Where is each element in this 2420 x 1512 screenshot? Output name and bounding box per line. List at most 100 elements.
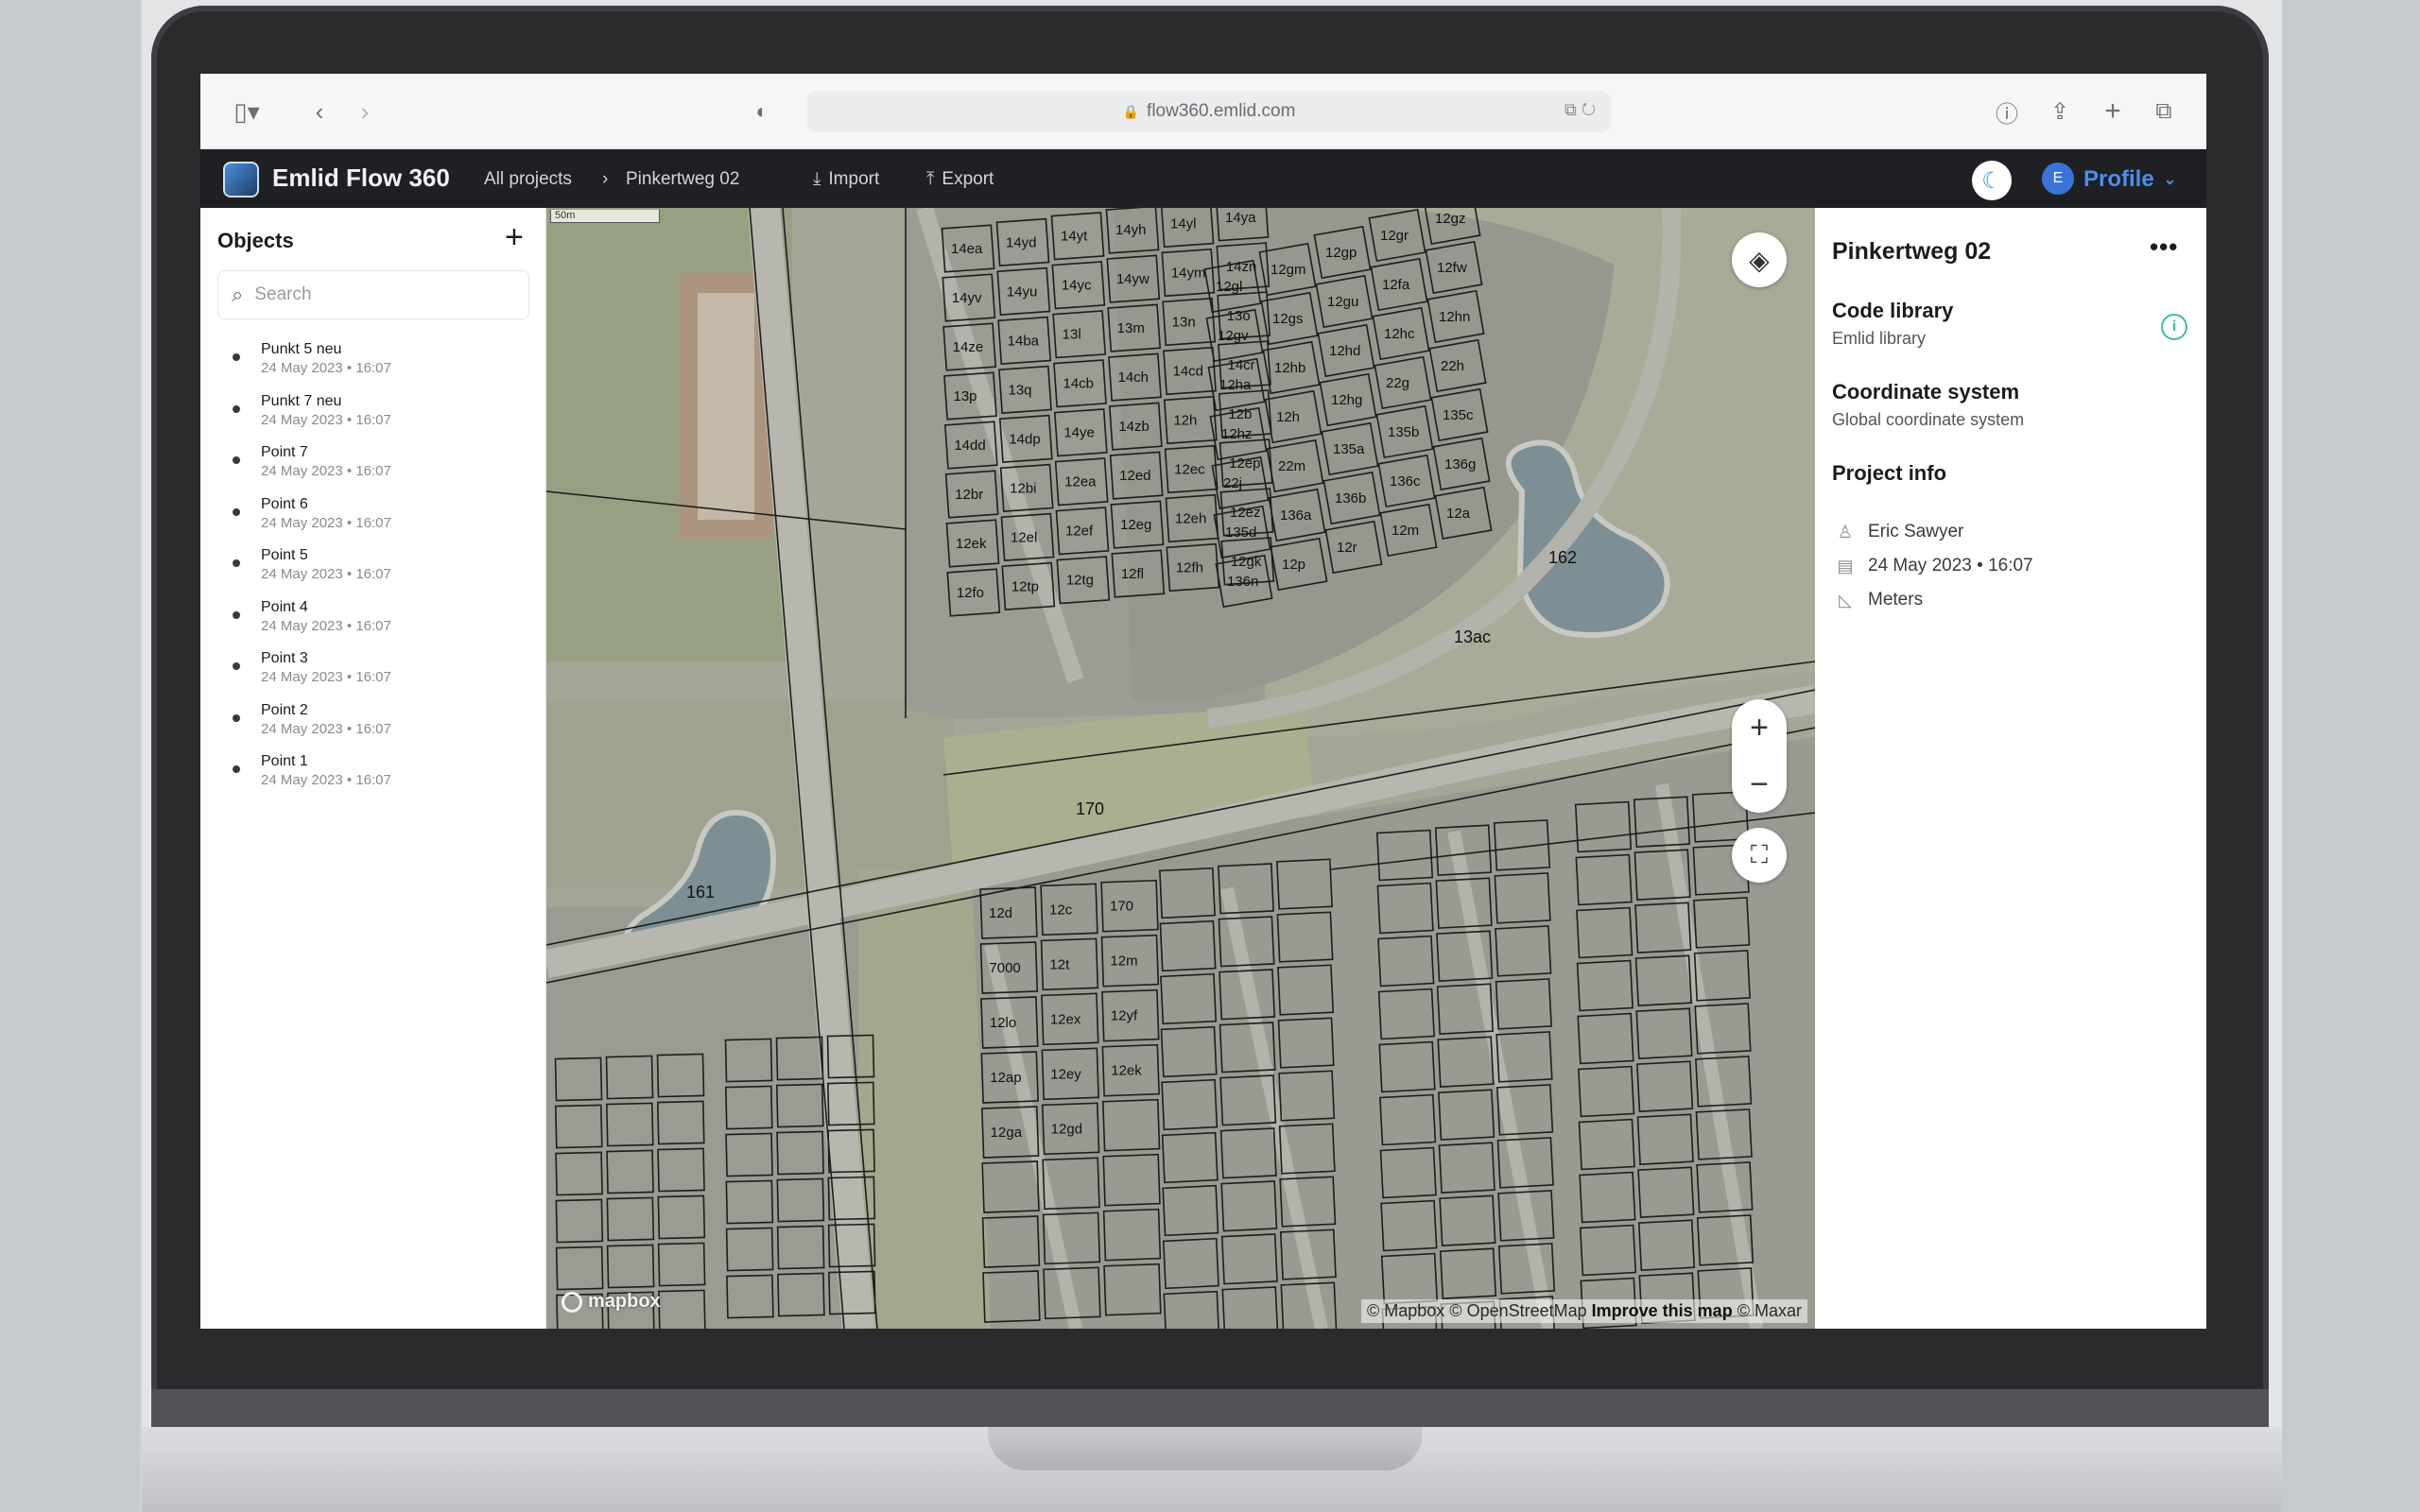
parcel-label: 12m [1110,954,1137,970]
export-label: Export [942,169,994,189]
parcel-label: 12gz [1435,211,1466,227]
object-name: Point 5 [261,547,308,563]
app-header: Emlid Flow 360 All projects › Pinkertweg… [200,149,2206,208]
point-marker-icon [233,404,240,413]
mapbox-logo[interactable]: mapbox [562,1291,661,1313]
object-name: Point 7 [261,444,308,460]
laptop-chin [151,1389,2269,1427]
parcel-label: 14yl [1170,215,1197,232]
import-label: Import [828,169,880,189]
map-view[interactable]: 14ea 14yd 14yt 14yh 14yl 14ya 14yv 14yu 14yc 14yw… [546,208,1815,1329]
list-item[interactable]: Punkt 5 neu 24 May 2023 • 16:07 [233,340,535,392]
parcel-label: 14dd [954,438,985,454]
mapbox-logo-icon [562,1291,582,1313]
parcel-label: 12ea [1064,474,1097,490]
sidebar-toggle-icon[interactable]: ▯▾ [223,94,270,129]
parcel-label: 12br [955,487,983,503]
units-value: Meters [1868,590,1924,610]
moon-icon[interactable]: ☾ [1972,161,2012,200]
share-icon[interactable]: ⇪ [2046,94,2074,129]
parcel-label: 14cr [1227,357,1254,373]
shield-icon[interactable]: ◐ [749,94,775,129]
list-item[interactable]: Punkt 7 neu 24 May 2023 • 16:07 [233,392,535,444]
parcel-label: 22h [1441,358,1464,374]
map-area-label-field: 13ac [1454,627,1491,646]
parcel-label: 12h [1173,412,1197,428]
export-button[interactable]: ⤒ Export [926,169,994,190]
object-name: Point 1 [261,753,308,769]
parcel-label: 14ze [953,339,984,355]
list-item[interactable]: Point 4 24 May 2023 • 16:07 [233,598,535,650]
list-item[interactable]: Point 3 24 May 2023 • 16:07 [233,649,535,701]
app-name[interactable]: Emlid Flow 360 [272,163,450,193]
point-marker-icon [233,765,240,773]
parcel-label: 135d [1225,524,1256,541]
object-date: 24 May 2023 • 16:07 [261,360,391,376]
point-marker-icon [233,713,240,722]
parcel-label: 22g [1386,375,1409,391]
profile-menu-button[interactable]: Profile ⌄ [2083,166,2176,193]
search-box[interactable]: ⌕ [217,270,529,319]
object-date: 24 May 2023 • 16:07 [261,514,391,531]
map-canvas[interactable]: 14ea 14yd 14yt 14yh 14yl 14ya 14yv 14yu 14yc 14yw… [546,208,1815,1329]
more-icon[interactable]: ••• [2150,232,2178,262]
parcel-label: 14cb [1063,376,1094,392]
list-item[interactable]: Point 2 24 May 2023 • 16:07 [233,701,535,753]
coordinate-system-label: Coordinate system [1832,380,2020,404]
map-area-label-pond-2: 162 [1548,548,1577,567]
address-bar[interactable]: 🔒 flow360.emlid.com ⧉ ↻ [807,91,1611,132]
list-item[interactable]: Point 5 24 May 2023 • 16:07 [233,546,535,598]
zoom-out-icon[interactable]: − [1732,756,1787,813]
attribution-prefix: © Mapbox © OpenStreetMap [1367,1301,1587,1320]
object-date: 24 May 2023 • 16:07 [261,411,391,428]
breadcrumb-current-project[interactable]: Pinkertweg 02 [626,169,739,190]
fullscreen-icon[interactable]: ⛶ [1732,828,1787,883]
back-icon[interactable]: ‹ [306,94,333,129]
parcel-label: 170 [1110,899,1133,915]
parcel-label: 14cd [1172,363,1203,379]
improve-map-link[interactable]: Improve this map [1592,1301,1733,1320]
list-item[interactable]: Point 7 24 May 2023 • 16:07 [233,443,535,495]
object-date: 24 May 2023 • 16:07 [261,772,391,788]
background-right [2280,0,2420,1512]
parcel-label: 13l [1063,327,1081,343]
plus-icon[interactable]: + [505,219,524,256]
search-input[interactable] [254,284,501,305]
parcel-label: 13o [1227,308,1251,324]
parcel-label: 12ek [956,536,987,552]
translate-icon[interactable]: ⧉ ↻ [1564,100,1596,120]
info-icon[interactable]: i [2161,314,2187,340]
parcel-label: 14yh [1115,222,1147,238]
list-item[interactable]: Point 6 24 May 2023 • 16:07 [233,495,535,547]
new-tab-icon[interactable]: + [2099,94,2127,129]
parcel-label: 12ey [1050,1066,1081,1082]
import-icon: ⤓ [813,169,821,189]
zoom-controls: + − [1732,699,1787,813]
parcel-label: 12ek [1111,1063,1142,1079]
parcel-label: 13p [953,388,977,404]
forward-icon[interactable]: › [352,94,378,129]
parcel-label: 12hn [1439,309,1470,325]
app-logo-icon[interactable] [223,162,259,198]
import-button[interactable]: ⤓ Import [813,169,879,190]
breadcrumb-all-projects[interactable]: All projects [484,169,572,190]
zoom-in-icon[interactable]: + [1732,699,1787,756]
calendar-icon: ▤ [1837,556,1854,576]
objects-panel: Objects + ⌕ Punkt 5 neu 24 May 2023 • 16:… [200,208,546,1329]
url-text: flow360.emlid.com [1147,101,1296,121]
parcel-label: 12hg [1331,392,1362,408]
list-item[interactable]: Point 1 24 May 2023 • 16:07 [233,752,535,804]
info-icon[interactable]: ⓘ [1993,94,2021,129]
coordinate-system-value: Global coordinate system [1832,410,2025,429]
avatar[interactable]: E [2042,163,2074,195]
screen: ▯▾ ‹ › ◐ 🔒 flow360.emlid.com ⧉ ↻ ⓘ ⇪ + ⧉… [200,74,2206,1329]
meta-created: ▤ 24 May 2023 • 16:07 [1836,556,2032,576]
tabs-icon[interactable]: ⧉ [2150,94,2178,129]
parcel-label: 12hz [1221,426,1253,442]
layers-icon[interactable]: ◈ [1732,232,1787,287]
parcel-label: 12gk [1231,554,1262,570]
parcel-label: 12el [1011,529,1037,545]
parcel-label: 12eg [1120,517,1151,533]
code-library-value: Emlid library [1832,329,1927,348]
point-marker-icon [233,662,240,670]
